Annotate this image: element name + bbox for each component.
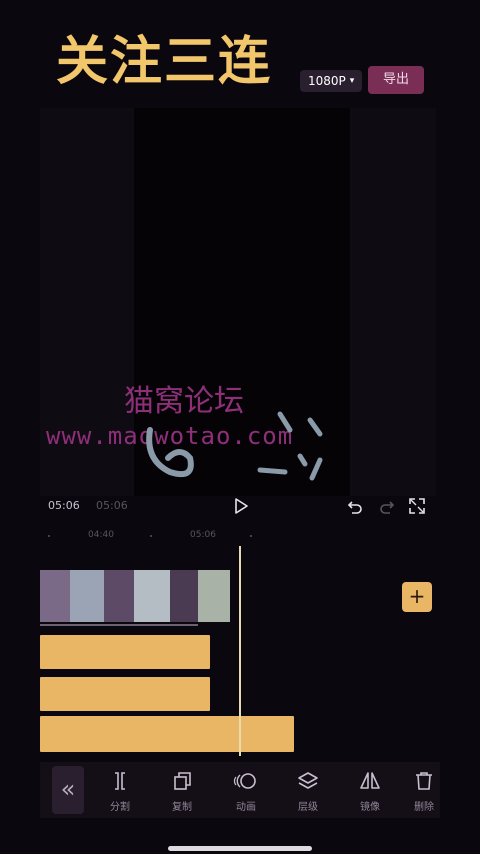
timeline-ruler: 04:40 05:06 xyxy=(40,530,440,544)
play-icon[interactable] xyxy=(232,497,250,515)
tool-label: 复制 xyxy=(172,802,192,813)
add-clip-button[interactable]: + xyxy=(402,582,432,612)
layers-icon xyxy=(298,772,318,789)
tool-label: 镜像 xyxy=(360,802,380,813)
clip-underline xyxy=(40,624,198,626)
thumbnail-frame xyxy=(40,570,70,622)
copy-icon xyxy=(174,772,191,790)
thumbnail-frame xyxy=(134,570,170,622)
overlay-track-clip[interactable] xyxy=(40,677,210,711)
split-icon xyxy=(115,772,125,790)
tool-label: 动画 xyxy=(236,802,256,813)
export-button[interactable]: 导出 xyxy=(368,66,424,94)
tool-animation[interactable]: 动画 xyxy=(222,770,270,813)
tool-label: 层级 xyxy=(298,802,318,813)
video-clip-thumbnails[interactable] xyxy=(40,570,230,622)
fullscreen-icon[interactable] xyxy=(408,497,426,515)
ruler-tick xyxy=(150,535,152,537)
tool-split[interactable]: 分割 xyxy=(96,770,144,813)
watermark-cat-logo xyxy=(146,411,323,481)
thumbnail-frame xyxy=(104,570,134,622)
collapse-toolbar-button[interactable]: « xyxy=(52,766,84,814)
mirror-icon xyxy=(360,772,380,789)
ruler-tick xyxy=(48,535,50,537)
ruler-label: 04:40 xyxy=(88,530,114,540)
tool-label: 删除 xyxy=(414,802,434,813)
tool-label: 分割 xyxy=(110,802,130,813)
tool-delete[interactable]: 删除 xyxy=(408,770,440,813)
resolution-label: 1080P xyxy=(308,74,346,88)
playhead[interactable] xyxy=(239,546,241,756)
total-time: 05:06 xyxy=(96,499,128,512)
caret-down-icon: ▾ xyxy=(349,76,355,86)
home-indicator xyxy=(168,846,312,851)
undo-icon[interactable] xyxy=(346,497,364,515)
thumbnail-frame xyxy=(198,570,230,622)
animation-icon xyxy=(233,773,256,789)
tool-mirror[interactable]: 镜像 xyxy=(346,770,394,813)
current-time: 05:06 xyxy=(48,499,80,512)
tool-copy[interactable]: 复制 xyxy=(158,770,206,813)
delete-icon xyxy=(416,772,432,790)
thumbnail-frame xyxy=(170,570,198,622)
ruler-tick xyxy=(250,535,252,537)
redo-icon[interactable] xyxy=(378,497,396,515)
overlay-track-clip[interactable] xyxy=(40,635,210,669)
overlay-track-clip[interactable] xyxy=(40,716,294,752)
resolution-selector[interactable]: 1080P ▾ xyxy=(300,70,363,92)
thumbnail-frame xyxy=(70,570,104,622)
tool-layers[interactable]: 层级 xyxy=(284,770,332,813)
overlay-title: 关注三连 xyxy=(56,32,273,92)
ruler-label: 05:06 xyxy=(190,530,216,540)
